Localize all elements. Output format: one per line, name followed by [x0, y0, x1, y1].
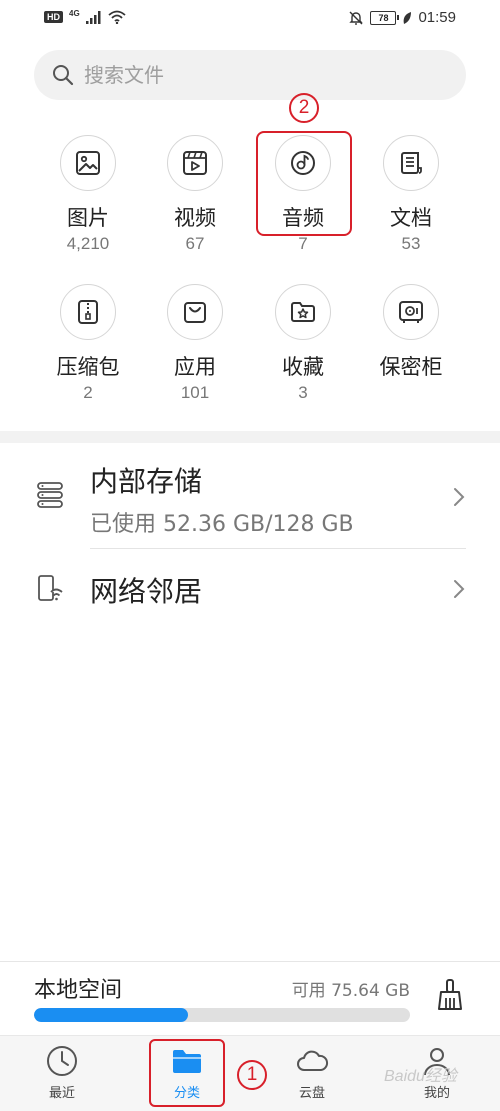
video-icon	[183, 151, 207, 175]
document-icon	[401, 152, 422, 174]
category-label: 文档	[390, 206, 432, 230]
category-count: 7	[298, 234, 308, 253]
local-space-separator	[0, 961, 500, 962]
nav-label: 云盘	[298, 1086, 325, 1101]
cloud-icon	[297, 1050, 329, 1071]
network-neighbor-row[interactable]: 网络邻居	[0, 552, 500, 628]
storage-progress-bar	[34, 1008, 410, 1022]
safe-icon	[399, 301, 423, 323]
category-label: 图片	[67, 206, 109, 230]
nav-recent[interactable]: 最近	[22, 1044, 102, 1101]
category-images-circle	[60, 135, 116, 191]
annotation-highlight-category	[149, 1039, 225, 1107]
category-safe[interactable]: 保密柜	[361, 284, 461, 382]
nav-cloud[interactable]: 云盘	[272, 1044, 352, 1101]
search-icon	[53, 65, 74, 86]
category-apps[interactable]: 应用 101	[145, 284, 245, 404]
category-videos[interactable]: 视频 67	[145, 135, 245, 255]
category-label: 应用	[174, 355, 216, 379]
hd-badge: HD	[44, 11, 63, 23]
local-space-free: 可用 75.64 GB	[291, 981, 410, 1001]
mute-bell-icon	[349, 11, 364, 25]
category-archives[interactable]: 压缩包 2	[38, 284, 138, 404]
local-space-title: 本地空间	[34, 978, 123, 1003]
watermark-text: Baidu经验	[384, 1068, 457, 1085]
status-bar: HD 4G 78 01:59	[0, 0, 500, 36]
category-documents-circle	[383, 135, 439, 191]
category-count: 3	[298, 383, 308, 402]
category-favorites[interactable]: 收藏 3	[253, 284, 353, 404]
broom-icon[interactable]	[436, 978, 464, 1012]
category-apps-circle	[167, 284, 223, 340]
category-archives-circle	[60, 284, 116, 340]
clock-icon	[47, 1046, 77, 1076]
category-audio[interactable]: 音频 7	[253, 135, 353, 255]
network-neighbor-icon	[38, 575, 63, 601]
category-videos-circle	[167, 135, 223, 191]
category-label: 音频	[282, 206, 324, 230]
network-type: 4G	[69, 8, 80, 18]
category-label: 压缩包	[56, 355, 120, 379]
category-documents[interactable]: 文档 53	[361, 135, 461, 255]
search-bar[interactable]	[34, 50, 466, 100]
category-images[interactable]: 图片 4,210	[38, 135, 138, 255]
search-input[interactable]	[84, 63, 424, 87]
category-count: 67	[185, 234, 205, 253]
category-audio-circle	[275, 135, 331, 191]
nav-label: 最近	[48, 1086, 75, 1101]
storage-icon	[37, 482, 63, 508]
audio-icon	[291, 151, 315, 175]
category-label: 视频	[174, 206, 216, 230]
storage-progress-fill	[34, 1008, 189, 1022]
row-separator	[90, 548, 466, 549]
leaf-icon	[404, 11, 412, 24]
clock: 01:59	[418, 9, 456, 26]
category-label: 保密柜	[379, 355, 443, 379]
category-count: 2	[83, 383, 93, 402]
internal-storage-title: 内部存储	[90, 465, 203, 498]
favorite-folder-icon	[291, 302, 315, 322]
app-bag-icon	[184, 302, 206, 323]
category-favorites-circle	[275, 284, 331, 340]
annotation-marker-2: 2	[289, 93, 319, 123]
category-count: 53	[401, 234, 421, 253]
status-bar-left: HD 4G	[44, 8, 126, 24]
annotation-marker-1: 1	[237, 1060, 267, 1090]
category-count: 101	[180, 383, 210, 402]
chevron-right-icon	[454, 580, 465, 598]
category-safe-circle	[383, 284, 439, 340]
status-bar-right: 78 01:59	[348, 9, 456, 26]
battery-indicator: 78	[370, 10, 400, 25]
image-icon	[76, 151, 100, 175]
chevron-right-icon	[454, 488, 465, 506]
signal-icon	[85, 10, 101, 24]
section-divider	[0, 431, 500, 443]
category-label: 收藏	[282, 355, 324, 379]
category-count: 4,210	[66, 234, 110, 253]
network-neighbor-title: 网络邻居	[90, 575, 203, 608]
archive-icon	[78, 300, 98, 324]
wifi-icon	[108, 10, 126, 24]
internal-storage-usage: 已使用 52.36 GB/128 GB	[90, 512, 354, 537]
internal-storage-row[interactable]: 内部存储 已使用 52.36 GB/128 GB	[0, 450, 500, 550]
